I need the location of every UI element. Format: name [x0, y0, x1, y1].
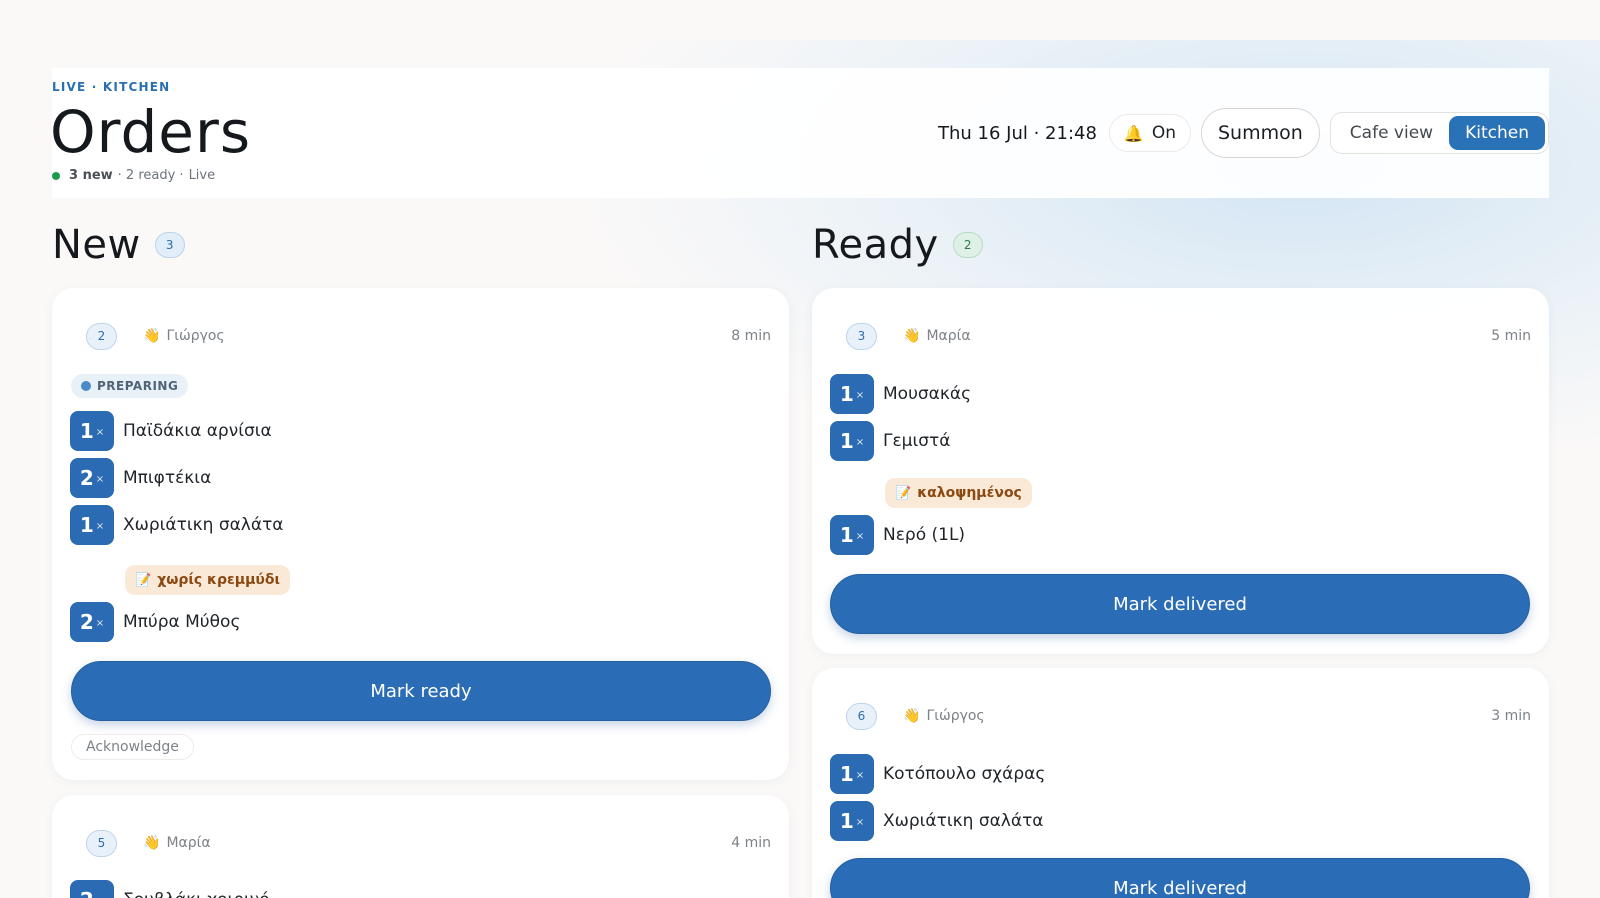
mark-delivered-button[interactable]: Mark delivered	[830, 858, 1530, 898]
elapsed-time: 3 min	[1491, 708, 1531, 724]
mark-ready-button[interactable]: Mark ready	[71, 661, 771, 721]
order-item: 2 × Μπιφτέκια	[70, 458, 211, 498]
elapsed-time: 4 min	[731, 835, 771, 851]
waiter: 👋 Μαρία	[903, 328, 971, 344]
ready-column-title: Ready	[812, 222, 939, 268]
quantity-chip: 1 ×	[830, 754, 874, 794]
kitchen-view-tab[interactable]: Kitchen	[1449, 116, 1545, 150]
acknowledge-button[interactable]: Acknowledge	[71, 734, 194, 760]
notifications-toggle[interactable]: 🔔 On	[1108, 114, 1191, 152]
status-dot-icon	[81, 381, 91, 391]
waiter-name: Γιώργος	[166, 328, 225, 344]
waving-hand-icon: 👋	[143, 328, 161, 344]
item-name: Μπιφτέκια	[123, 468, 212, 488]
quantity-chip: 1 ×	[830, 515, 874, 555]
item-name: Μουσακάς	[883, 384, 972, 404]
new-column-header: New 3	[52, 222, 185, 268]
pencil-note-icon: 📝	[895, 485, 912, 501]
waving-hand-icon: 👋	[143, 835, 161, 851]
item-name: Χωριάτικη σαλάτα	[883, 811, 1044, 831]
waiter: 👋 Γιώργος	[903, 708, 985, 724]
quantity-chip: 1 ×	[70, 411, 114, 451]
ready-count-badge: 2	[952, 232, 983, 258]
order-card-header: 5 👋 Μαρία 4 min	[86, 829, 771, 857]
waiter: 👋 Γιώργος	[143, 328, 225, 344]
item-name: Γεμιστά	[883, 431, 951, 451]
order-card-header: 6 👋 Γιώργος 3 min	[846, 702, 1531, 730]
view-switcher: Cafe view Kitchen	[1329, 112, 1549, 154]
pencil-note-icon: 📝	[135, 572, 152, 588]
item-note-text: χωρίς κρεμμύδι	[157, 572, 280, 588]
table-number: 3	[846, 322, 877, 350]
order-item: 1 × Γεμιστά	[830, 421, 950, 461]
order-item: 1 × Μουσακάς	[830, 374, 971, 414]
order-card: 6 👋 Γιώργος 3 min 1 × Κοτόπουλο σχάρας 1 ×…	[812, 668, 1549, 898]
quantity-chip: 1 ×	[830, 374, 874, 414]
quantity-chip: 2×	[70, 458, 114, 498]
page-title: Orders	[50, 98, 252, 166]
status-summary: 3 new · 2 ready · Live	[52, 168, 215, 183]
waiter-name: Μαρία	[166, 835, 211, 851]
header-controls: Thu 16 Jul · 21:48 🔔 On Summon Cafe view…	[938, 108, 1549, 158]
new-column-title: New	[52, 222, 141, 268]
item-note: 📝 χωρίς κρεμμύδι	[125, 565, 290, 595]
order-item: 1 × Χωριάτικη σαλάτα	[830, 801, 1044, 841]
waiter-name: Μαρία	[926, 328, 971, 344]
item-note: 📝 καλοψημένος	[885, 478, 1032, 508]
table-number: 5	[86, 829, 117, 857]
waving-hand-icon: 👋	[903, 708, 921, 724]
order-item: 2 × Μπύρα Μύθος	[70, 602, 240, 642]
order-item: 1 × Νερό (1L)	[830, 515, 965, 555]
order-card: 2 👋 Γιώργος 8 min PREPARING 1 × Παϊδάκια …	[52, 288, 789, 780]
item-name: Κοτόπουλο σχάρας	[883, 764, 1046, 784]
elapsed-time: 8 min	[731, 328, 771, 344]
status-new-count: 3 new	[69, 168, 113, 183]
table-number: 2	[86, 322, 117, 350]
new-count-badge: 3	[154, 232, 185, 258]
status-badge-label: PREPARING	[97, 379, 179, 393]
order-card: 5 👋 Μαρία 4 min 2× Σουβλάκι χοιρινό	[52, 795, 789, 898]
order-card: 3 👋 Μαρία 5 min 1 × Μουσακάς 1 × Γεμιστά 📝…	[812, 288, 1549, 654]
quantity-chip: 1 ×	[830, 801, 874, 841]
page-header: LIVE · KITCHEN Orders 3 new · 2 ready · …	[50, 68, 1549, 198]
order-item: 1 × Παϊδάκια αρνίσια	[70, 411, 272, 451]
item-name: Μπύρα Μύθος	[123, 612, 241, 632]
status-ready-count: · 2 ready ·	[117, 168, 184, 183]
item-name: Παϊδάκια αρνίσια	[123, 421, 272, 441]
order-card-header: 3 👋 Μαρία 5 min	[846, 322, 1531, 350]
waiter-name: Γιώργος	[926, 708, 985, 724]
status-badge: PREPARING	[71, 374, 189, 398]
quantity-chip: 1 ×	[70, 505, 114, 545]
status-live: Live	[188, 168, 216, 183]
ready-column-header: Ready 2	[812, 222, 983, 268]
quantity-chip: 2×	[70, 880, 114, 898]
item-name: Νερό (1L)	[883, 525, 966, 545]
summon-button[interactable]: Summon	[1201, 108, 1320, 158]
live-dot-icon	[52, 171, 60, 180]
item-note-text: καλοψημένος	[917, 485, 1022, 501]
elapsed-time: 5 min	[1491, 328, 1531, 344]
notifications-state: On	[1151, 123, 1176, 143]
waiter: 👋 Μαρία	[143, 835, 211, 851]
quantity-chip: 1 ×	[830, 421, 874, 461]
bell-icon: 🔔	[1123, 123, 1144, 143]
eyebrow-label: LIVE · KITCHEN	[52, 80, 171, 94]
waving-hand-icon: 👋	[903, 328, 921, 344]
item-name: Σουβλάκι χοιρινό	[123, 890, 270, 898]
cafe-view-tab[interactable]: Cafe view	[1334, 116, 1449, 150]
clock: Thu 16 Jul · 21:48	[938, 122, 1097, 144]
order-item: 1 × Χωριάτικη σαλάτα	[70, 505, 284, 545]
order-card-header: 2 👋 Γιώργος 8 min	[86, 322, 771, 350]
quantity-chip: 2×	[70, 602, 114, 642]
item-name: Χωριάτικη σαλάτα	[123, 515, 284, 535]
table-number: 6	[846, 702, 877, 730]
mark-delivered-button[interactable]: Mark delivered	[830, 574, 1530, 634]
order-item: 2× Σουβλάκι χοιρινό	[70, 880, 270, 898]
order-item: 1 × Κοτόπουλο σχάρας	[830, 754, 1045, 794]
